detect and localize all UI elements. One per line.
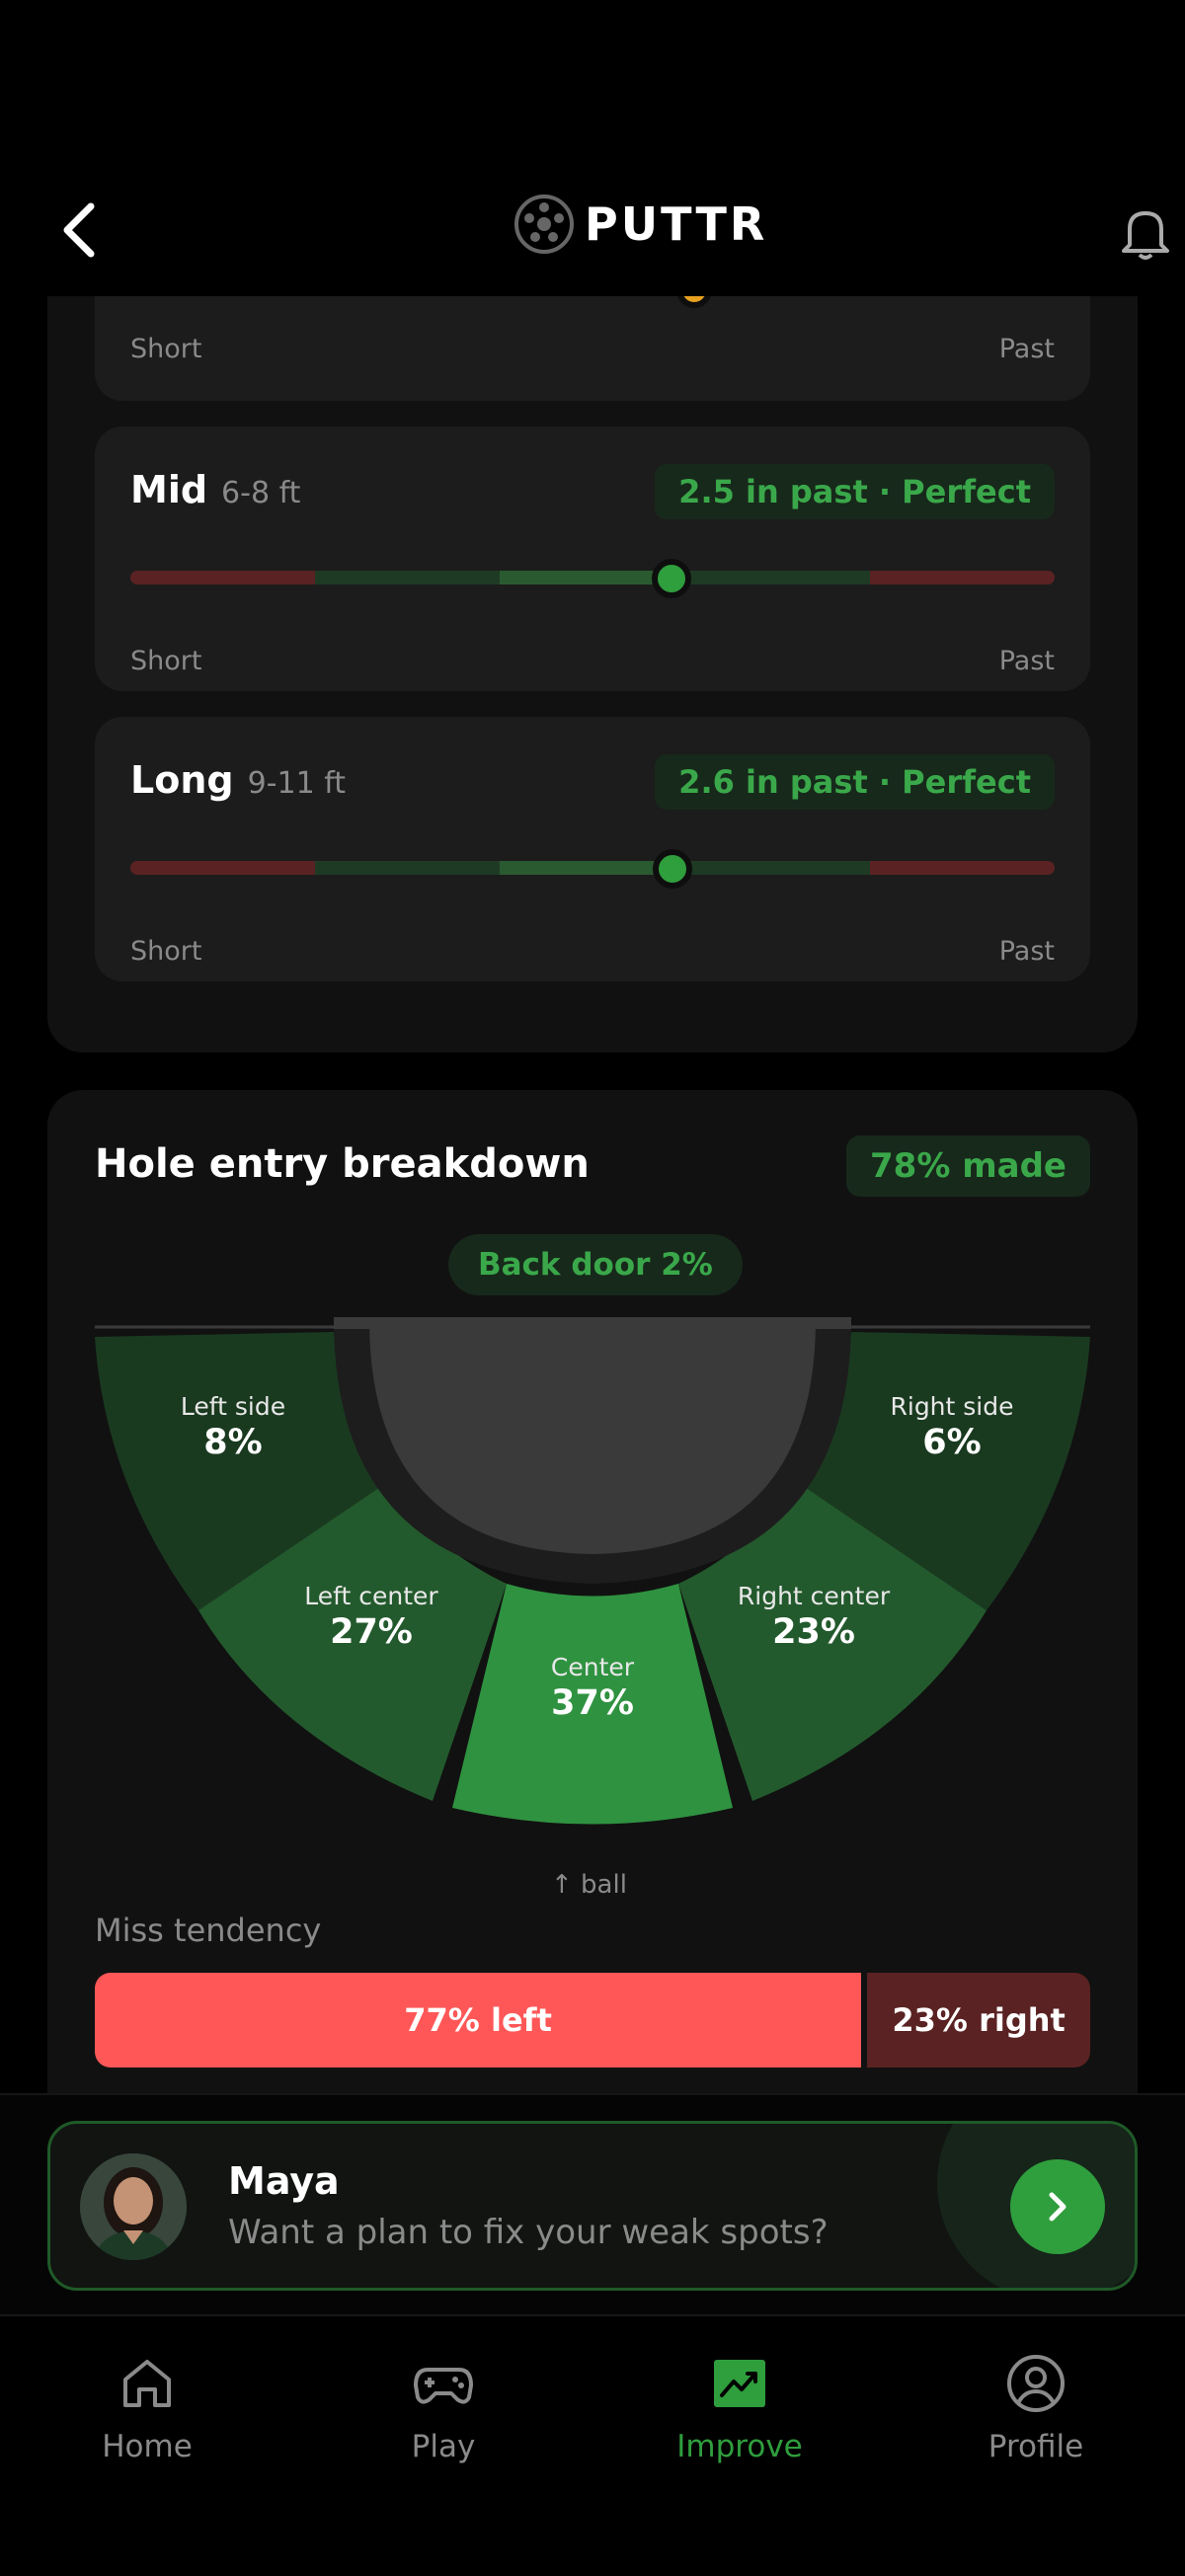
track-segment [130,571,316,585]
miss-right-segment: 23% right [867,1973,1090,2068]
hole-entry-card: Hole entry breakdown 78% made Back door … [47,1090,1138,2097]
track-segment [869,571,1055,585]
bell-icon [1122,211,1169,260]
track-segment [869,861,1055,875]
nav-label: Play [411,2429,476,2464]
track-segment [315,861,501,875]
past-label: Past [998,334,1055,364]
miss-left-segment: 77% left [95,1973,862,2068]
chevron-right-icon [1049,2192,1066,2222]
distance-marker [651,559,691,598]
home-icon [123,2360,171,2407]
sector-value: 6% [922,1423,982,1462]
sector-label-right-side: Right side 6% [891,1392,1014,1462]
coach-message: Want a plan to fix your weak spots? [228,2213,829,2252]
row-title: Long 9-11 ft [130,758,346,802]
sector-value: 23% [772,1612,855,1652]
row-title-text: Long [130,758,234,802]
distance-track [130,571,1055,585]
golf-ball-logo-icon [514,195,574,254]
miss-tendency-bar: 77% left 23% right [95,1973,1090,2068]
row-range: 6-8 ft [221,476,301,510]
coach-name: Maya [228,2159,340,2203]
track-segment [684,571,870,585]
avatar [80,2153,187,2260]
distance-track [130,861,1055,875]
row-title-text: Mid [130,468,208,511]
sector-name: Left side [180,1392,286,1421]
distance-row-long: Long 9-11 ft 2.6 in past · Perfect Short … [95,717,1090,981]
notifications-button[interactable] [1116,201,1175,261]
sector-label-left-center: Left center 27% [304,1582,437,1652]
gamepad-icon [414,2368,473,2404]
sector-label-left-side: Left side 8% [181,1392,285,1462]
back-button[interactable] [49,197,109,263]
track-segment [315,571,501,585]
short-label: Short [130,646,202,676]
sector-name: Right center [737,1582,891,1610]
row-title: Mid 6-8 ft [130,468,300,511]
hole-entry-diagram [95,1317,1090,1825]
bottom-nav: Home Play Improve Profile [0,2314,1185,2576]
short-label: Short [130,334,202,364]
hole-top-edge [334,1317,851,1329]
result-badge: 2.5 in past · Perfect [655,464,1055,519]
coach-avatar-icon [80,2153,187,2260]
chart-icon [714,2360,765,2407]
result-badge: 2.6 in past · Perfect [655,754,1055,810]
chevron-left-icon [63,202,95,258]
sector-value: 37% [551,1683,634,1723]
sector-name: Center [550,1653,635,1681]
nav-item-play[interactable]: Play [345,2352,542,2464]
track-segment [684,861,870,875]
nav-item-home[interactable]: Home [48,2352,246,2464]
top-header: PUTTR [0,0,1185,296]
app-logo: PUTTR [514,194,767,255]
nav-label: Improve [676,2429,803,2464]
past-label: Past [998,646,1055,676]
coach-banner[interactable]: Maya Want a plan to fix your weak spots? [47,2121,1138,2291]
nav-label: Profile [988,2429,1084,2464]
nav-item-improve[interactable]: Improve [641,2352,838,2464]
sector-label-center: Center 37% [551,1653,634,1723]
logo-text: PUTTR [585,197,768,251]
distance-row-mid: Mid 6-8 ft 2.5 in past · Perfect Short Pa… [95,427,1090,691]
profile-icon [1007,2355,1065,2412]
sector-label-right-center: Right center 23% [738,1582,890,1652]
short-label: Short [130,936,202,967]
sector-name: Left center [304,1582,438,1610]
nav-item-profile[interactable]: Profile [937,2352,1135,2464]
sector-name: Right side [890,1392,1014,1421]
nav-label: Home [102,2429,193,2464]
past-label: Past [998,936,1055,967]
ball-direction-label: ↑ ball [551,1870,627,1900]
distance-marker [653,849,693,889]
row-range: 9-11 ft [247,766,346,801]
sector-value: 8% [203,1423,263,1462]
miss-tendency-label: Miss tendency [95,1912,322,1949]
open-coach-button[interactable] [1010,2159,1105,2254]
coach-banner-area: Maya Want a plan to fix your weak spots? [0,2093,1185,2314]
track-segment [130,861,316,875]
sector-value: 27% [330,1612,413,1652]
